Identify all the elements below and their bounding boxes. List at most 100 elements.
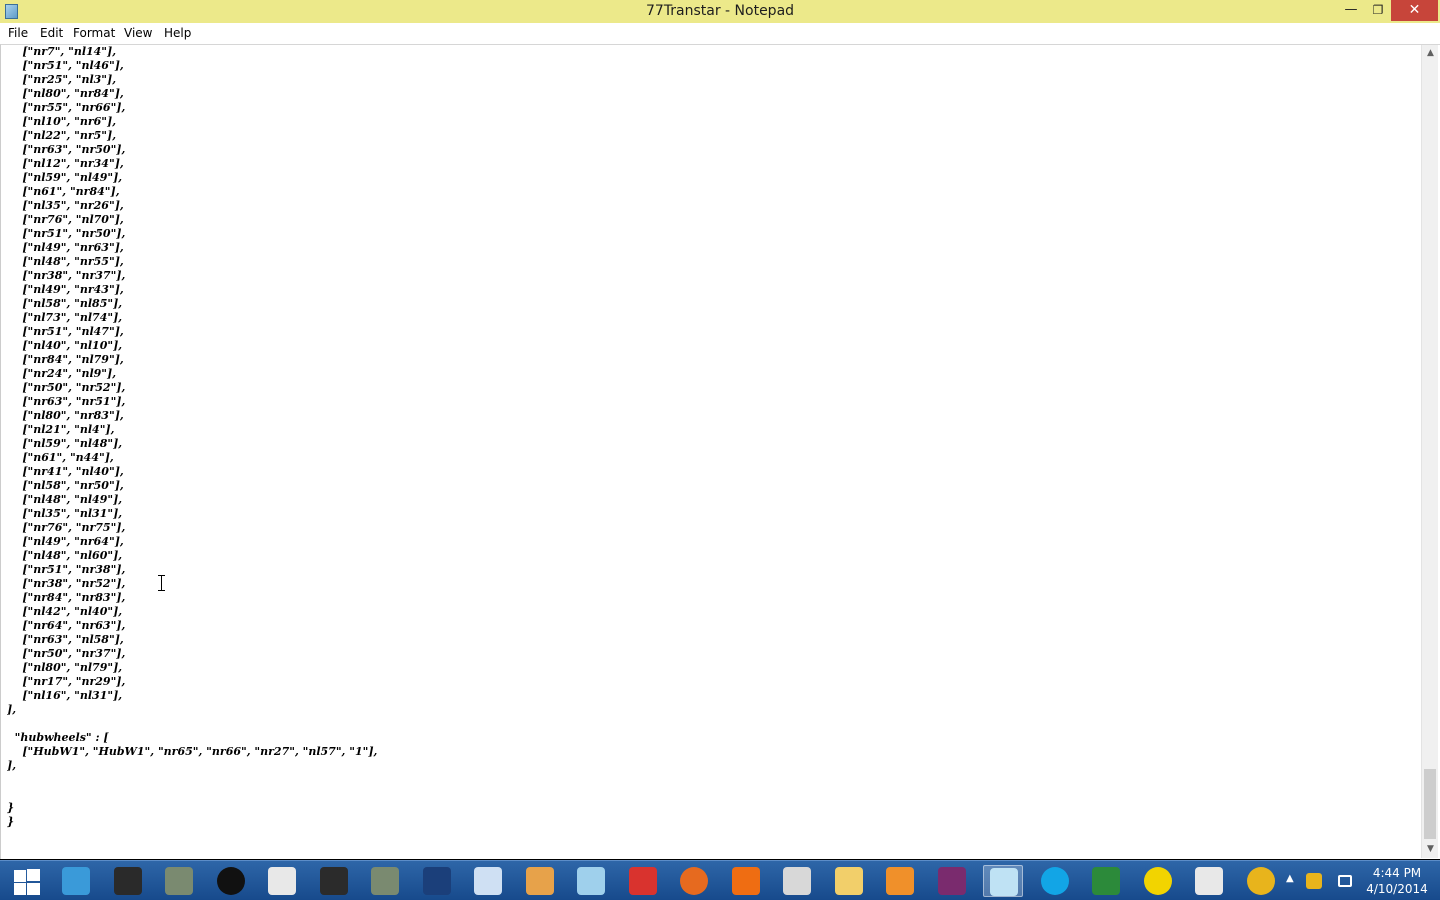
text-line: ["nr51", "nr38"], bbox=[7, 563, 126, 576]
molecule-app-icon bbox=[732, 867, 760, 895]
taskbar-button[interactable] bbox=[365, 865, 405, 897]
windows-media-icon bbox=[423, 867, 451, 895]
menu-edit[interactable]: Edit bbox=[40, 26, 63, 40]
restore-button[interactable]: ❐ bbox=[1365, 0, 1391, 21]
text-editor[interactable]: ["nr7", "nl14"], ["nr51", "nl46"], ["nr2… bbox=[0, 44, 1440, 859]
taskbar-button[interactable] bbox=[417, 865, 457, 897]
system-clock[interactable]: 4:44 PM 4/10/2014 bbox=[1365, 865, 1429, 897]
text-line: ["nr63", "nr51"], bbox=[7, 395, 126, 408]
taskbar-button[interactable] bbox=[623, 865, 663, 897]
scroll-up-button[interactable]: ▲ bbox=[1422, 45, 1439, 62]
text-line: ["nl35", "nl31"], bbox=[7, 507, 123, 520]
notepad-icon bbox=[577, 867, 605, 895]
text-line: ["nr84", "nr83"], bbox=[7, 591, 126, 604]
taskbar-button[interactable] bbox=[829, 865, 869, 897]
text-line: ["nr63", "nr50"], bbox=[7, 143, 126, 156]
notepad-active-icon bbox=[990, 868, 1018, 896]
text-line: ["nr51", "nl47"], bbox=[7, 325, 124, 338]
vertical-scrollbar[interactable]: ▲ ▼ bbox=[1421, 45, 1438, 858]
internet-explorer-icon bbox=[62, 867, 90, 895]
text-line: ], bbox=[7, 759, 17, 772]
text-line: ["nr50", "nr52"], bbox=[7, 381, 126, 394]
truck-app-icon bbox=[783, 867, 811, 895]
text-line: ["nl59", "nl49"], bbox=[7, 171, 123, 184]
taskbar-button[interactable] bbox=[1138, 865, 1178, 897]
taskbar-button[interactable] bbox=[1086, 865, 1126, 897]
text-line: ["nl80", "nl79"], bbox=[7, 661, 123, 674]
text-line: ["nl73", "nl74"], bbox=[7, 311, 123, 324]
text-line: ["nl16", "nl31"], bbox=[7, 689, 123, 702]
winrar-icon bbox=[938, 867, 966, 895]
menu-bar: File Edit Format View Help bbox=[0, 23, 1440, 44]
ring-app-icon bbox=[1144, 867, 1172, 895]
text-line: ["nl22", "nr5"], bbox=[7, 129, 117, 142]
skype-icon bbox=[1041, 867, 1069, 895]
window-title: 77Transtar - Notepad bbox=[645, 3, 795, 19]
record-icon bbox=[217, 867, 245, 895]
text-line: ["nr7", "nl14"], bbox=[7, 45, 117, 58]
text-line bbox=[7, 787, 1412, 801]
taskbar-button[interactable] bbox=[1035, 865, 1075, 897]
menu-help[interactable]: Help bbox=[164, 26, 191, 40]
taskbar-button[interactable] bbox=[983, 865, 1023, 897]
taskbar-button[interactable] bbox=[314, 865, 354, 897]
taskbar-button[interactable] bbox=[777, 865, 817, 897]
i-beam-cursor-icon bbox=[158, 575, 166, 591]
taskbar-button[interactable] bbox=[108, 865, 148, 897]
menu-file[interactable]: File bbox=[8, 26, 28, 40]
text-line: ["nr38", "nr52"], bbox=[7, 577, 126, 590]
text-line: ["nr51", "nr50"], bbox=[7, 227, 126, 240]
show-hidden-icons-button[interactable]: ▲ bbox=[1286, 873, 1294, 884]
editor-content[interactable]: ["nr7", "nl14"], ["nr51", "nl46"], ["nr2… bbox=[7, 45, 1412, 857]
text-line: ], bbox=[7, 703, 17, 716]
text-line: ["nr50", "nr37"], bbox=[7, 647, 126, 660]
taskbar-button[interactable] bbox=[159, 865, 199, 897]
text-line: ["nr51", "nl46"], bbox=[7, 59, 124, 72]
text-line: "hubwheels" : [ bbox=[7, 731, 109, 744]
text-line: ["nl48", "nl49"], bbox=[7, 493, 123, 506]
minimize-button[interactable]: — bbox=[1337, 0, 1365, 21]
text-line: ["nr25", "nl3"], bbox=[7, 73, 117, 86]
taskbar-button[interactable] bbox=[1189, 865, 1229, 897]
taskbar-button[interactable] bbox=[211, 865, 251, 897]
taskbar-button[interactable] bbox=[932, 865, 972, 897]
taskbar-button[interactable] bbox=[571, 865, 611, 897]
start-button[interactable] bbox=[6, 865, 46, 897]
text-line: ["nl10", "nr6"], bbox=[7, 115, 117, 128]
menu-view[interactable]: View bbox=[124, 26, 152, 40]
text-line bbox=[7, 773, 1412, 787]
taskbar-button[interactable] bbox=[880, 865, 920, 897]
firefox-icon bbox=[680, 867, 708, 895]
text-line: ["nl35", "nr26"], bbox=[7, 199, 124, 212]
text-line: ["nl80", "nr84"], bbox=[7, 87, 124, 100]
taskbar-button[interactable] bbox=[1241, 865, 1281, 897]
control-panel-icon bbox=[474, 867, 502, 895]
clock-date: 4/10/2014 bbox=[1366, 882, 1428, 896]
taskbar-button[interactable] bbox=[726, 865, 766, 897]
video-editor-icon bbox=[320, 867, 348, 895]
network-icon[interactable] bbox=[1338, 875, 1352, 887]
text-line: ["nl40", "nl10"], bbox=[7, 339, 123, 352]
title-bar: 77Transtar - Notepad — ❐ ✕ bbox=[0, 0, 1440, 23]
text-line: ["nr24", "nl9"], bbox=[7, 367, 117, 380]
taskbar-button[interactable] bbox=[56, 865, 96, 897]
scroll-thumb[interactable] bbox=[1424, 769, 1436, 839]
text-line: ["nr17", "nr29"], bbox=[7, 675, 126, 688]
taskbar-button[interactable] bbox=[262, 865, 302, 897]
text-line: ["HubW1", "HubW1", "nr65", "nr66", "nr27… bbox=[7, 745, 378, 758]
text-line: ["nl42", "nl40"], bbox=[7, 605, 123, 618]
chrome-icon bbox=[1247, 867, 1275, 895]
taskbar-button[interactable] bbox=[674, 865, 714, 897]
taskbar bbox=[0, 860, 1440, 900]
close-button[interactable]: ✕ bbox=[1391, 0, 1438, 21]
scroll-down-button[interactable]: ▼ bbox=[1422, 841, 1439, 858]
taskbar-button[interactable] bbox=[468, 865, 508, 897]
file-explorer-icon bbox=[835, 867, 863, 895]
text-line: ["nr38", "nr37"], bbox=[7, 269, 126, 282]
taskbar-button[interactable] bbox=[520, 865, 560, 897]
text-line: ["nl48", "nr55"], bbox=[7, 255, 124, 268]
menu-format[interactable]: Format bbox=[73, 26, 115, 40]
tray-app-icon[interactable] bbox=[1306, 873, 1322, 889]
text-line: ["nl12", "nr34"], bbox=[7, 157, 124, 170]
truck-game-2-icon bbox=[371, 867, 399, 895]
